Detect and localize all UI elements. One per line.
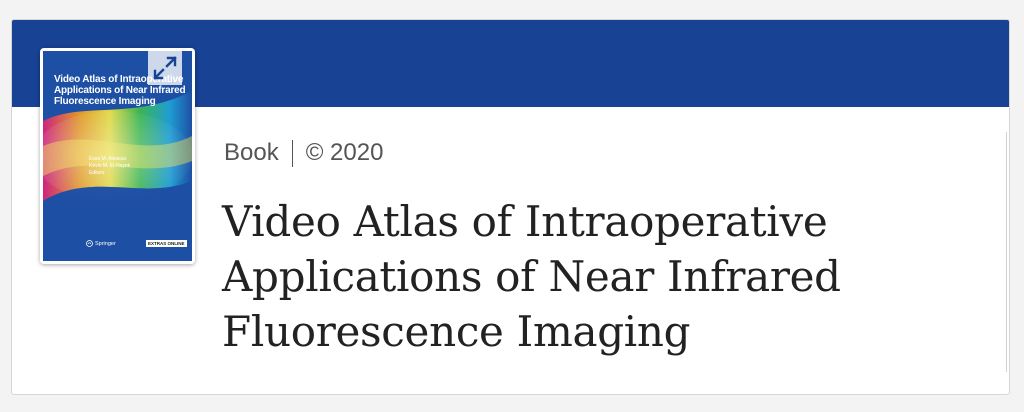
- expand-cover-button[interactable]: [148, 51, 182, 85]
- cover-editor-1: Essa M. Aleassa: [89, 156, 126, 162]
- book-meta: Book © 2020: [224, 139, 383, 167]
- cover-publisher: Springer: [95, 241, 116, 247]
- copyright-year: © 2020: [305, 139, 384, 166]
- content-type-label: Book: [224, 139, 279, 166]
- expand-arrows-icon: [153, 56, 177, 80]
- book-title: Video Atlas of Intraoperative Applicatio…: [222, 197, 841, 356]
- cover-editor-2: Kevin M. El-Hayek: [89, 163, 131, 169]
- springer-logo-icon: [86, 240, 93, 247]
- cover-badge: EXTRAS ONLINE: [146, 240, 187, 247]
- cover-editors-label: Editors: [89, 170, 105, 176]
- meta-separator: [291, 139, 293, 167]
- divider: [1006, 132, 1007, 372]
- cover-editors: Essa M. Aleassa Kevin M. El-Hayek Editor…: [89, 156, 130, 177]
